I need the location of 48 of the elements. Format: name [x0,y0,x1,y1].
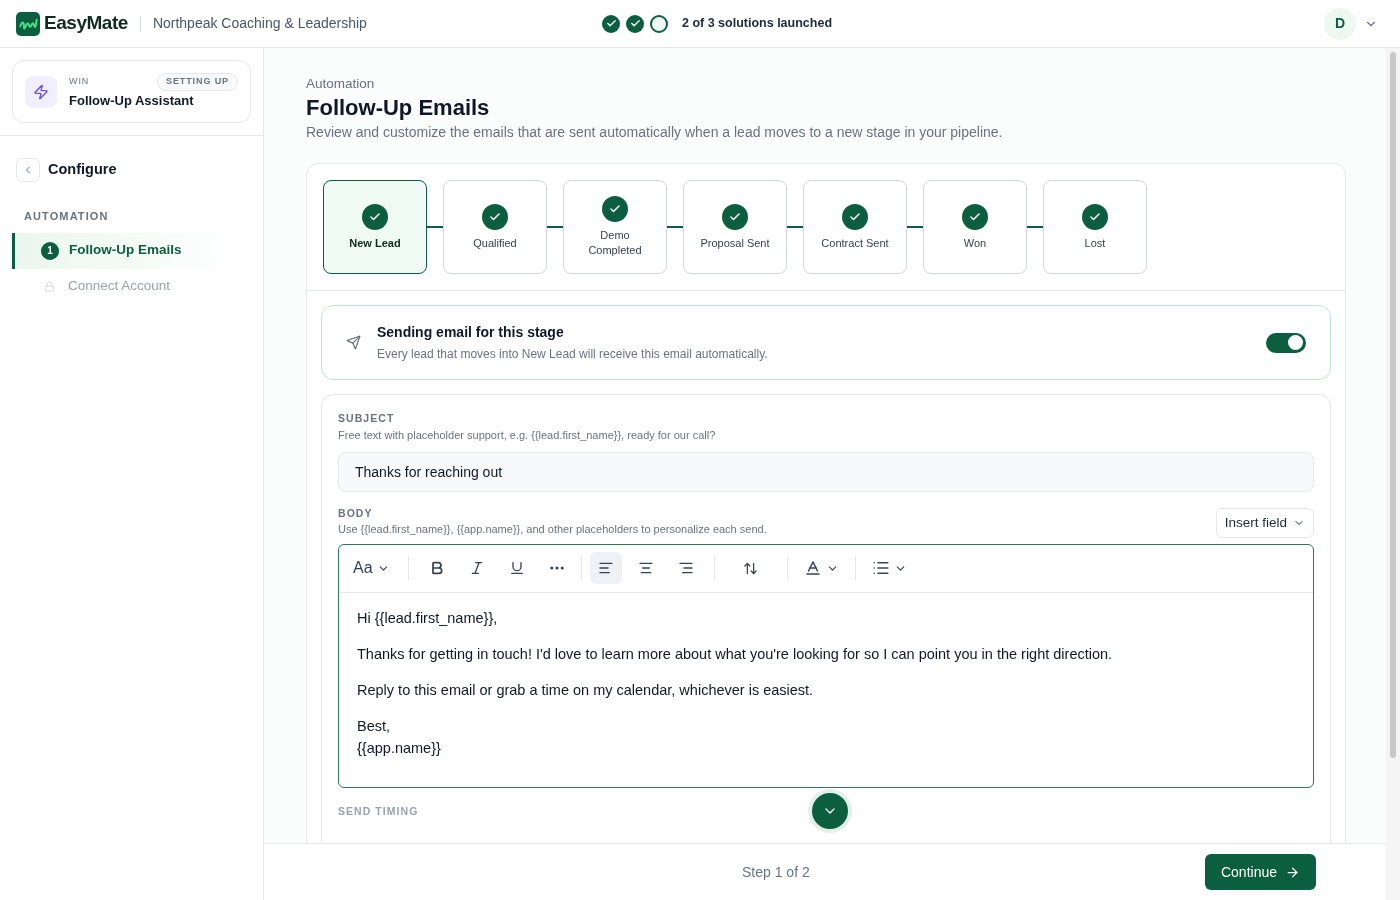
stage-tab[interactable]: Qualified [443,180,547,275]
body-text-line: Reply to this email or grab a time on my calendar, whichever is easiest. [357,680,815,700]
field-label: BODY [338,505,374,521]
solution-card[interactable]: WIN SETTING UP Follow-Up Assistant [12,60,251,123]
lightning-icon [33,83,49,100]
organization-name: Northpeak Coaching & Leadership [152,14,367,33]
brand-name: EasyMate [44,11,128,36]
toggle-switch[interactable] [1266,332,1306,353]
breadcrumb: Automation [306,75,376,93]
scrollbar[interactable] [1386,48,1400,900]
page-title: Follow-Up Emails [306,94,491,123]
stage-tab[interactable]: Won [923,180,1027,275]
body-text-line: Hi {{lead.first_name}}, [357,608,499,628]
step-number: 1 [41,241,59,260]
card-eyebrow: WIN [69,75,90,88]
body-text-line: Thanks for getting in touch! I'd love to learn more about what you're looking for so I can point you in the right direction. [357,644,1114,664]
subject-field[interactable]: Thanks for reaching out [338,451,1314,492]
status-badge: SETTING UP [157,73,238,91]
solution-title: Follow-Up Assistant [69,91,195,110]
stage-tab[interactable]: Proposal Sent [683,180,787,275]
field-hint: Use {{lead.first_name}}, {{app.name}}, and other placeholders to personalize each send. [338,522,767,538]
group-heading: AUTOMATION [23,209,110,224]
field-label: SUBJECT [338,411,396,427]
avatar[interactable]: D [1324,7,1356,40]
sending-title: Sending email for this stage [377,323,565,343]
step-indicator: Step 1 of 2 [742,862,810,882]
scroll-down-button[interactable] [812,793,848,829]
logo-icon [16,11,40,36]
body-text-line: {{app.name}} [357,738,442,758]
section-label: SEND TIMING [338,803,419,819]
sending-description: Every lead that moves into New Lead will receive this email automatically. [377,346,769,364]
body-editor[interactable] [338,543,1314,788]
align-left-icon[interactable] [589,552,622,585]
page-subtitle: Review and customize the emails that are sent automatically when a lead moves to a new stage in your pipeline. [306,123,1004,143]
stage-tab[interactable]: Contract Sent [803,180,907,275]
arrow-right-icon [1285,864,1300,880]
progress-label: 2 of 3 solutions launched [682,15,833,33]
insert-field-button[interactable]: Insert field [1215,507,1314,538]
continue-button[interactable]: Continue [1204,854,1316,890]
stage-tab[interactable]: New Lead [323,180,427,275]
field-hint: Free text with placeholder support, e.g. {{lead.first_name}}, ready for our call? [338,428,717,443]
stage-tab[interactable]: Lost [1043,180,1147,275]
lock-icon [44,281,55,292]
font-button[interactable]: Aa [347,552,396,585]
stage-tab[interactable]: Demo Completed [563,180,667,275]
body-text-line: Best, [357,716,392,736]
send-icon [346,335,361,351]
section-title: Configure [48,160,117,180]
